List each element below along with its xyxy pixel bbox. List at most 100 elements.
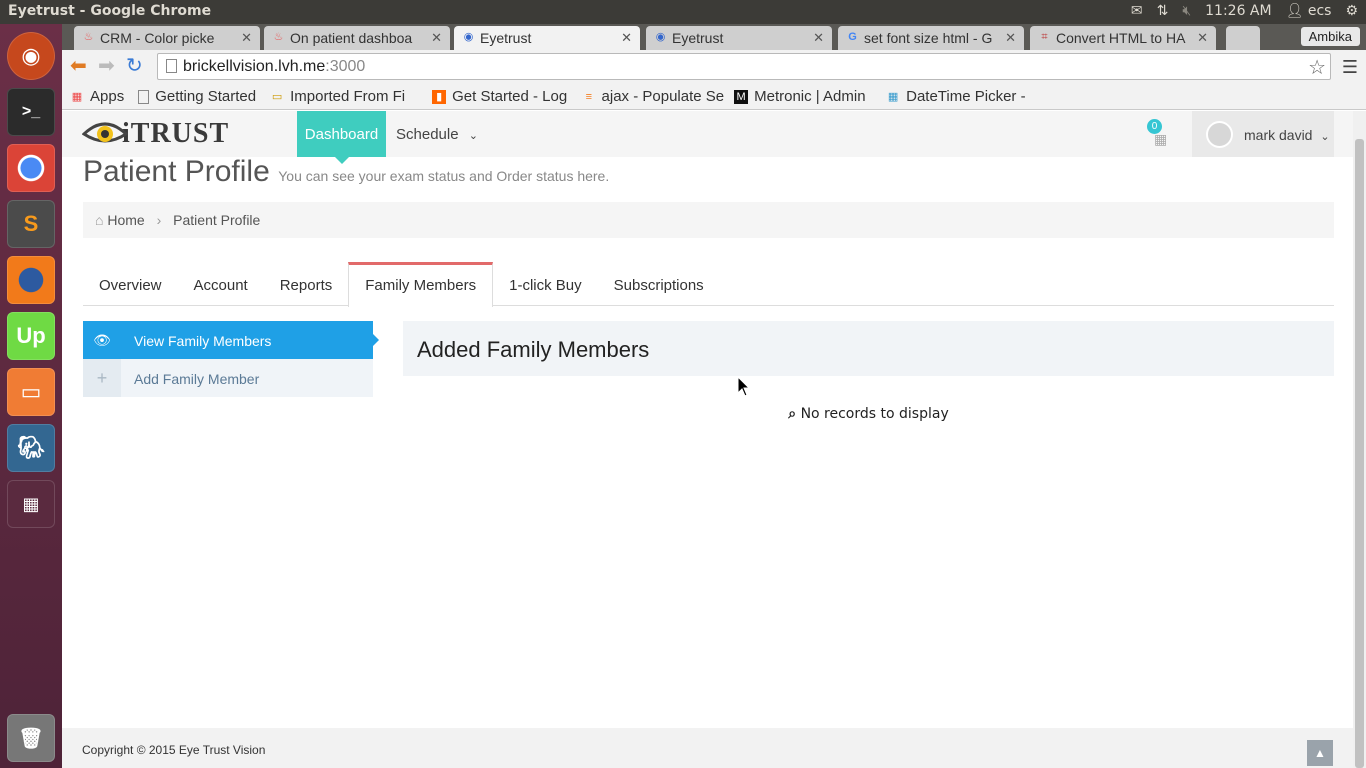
system-tray: ✉ ⇅ 🔇︎ 11:26 AM 👤︎ ecs ⚙ <box>1131 3 1358 19</box>
ubuntu-dash-icon[interactable]: ◉ <box>7 32 55 80</box>
firefox-icon[interactable] <box>7 256 55 304</box>
settings-gear-icon[interactable]: ⚙ <box>1345 3 1358 19</box>
nav-schedule[interactable]: Schedule ⌄ <box>396 126 478 143</box>
user-menu-toggle[interactable]: mark david ⌄ <box>1192 111 1334 157</box>
forward-arrow-icon[interactable]: ➡ <box>98 56 115 76</box>
bookmark-item[interactable]: ▮ Get Started - Log <box>432 88 572 105</box>
bookmark-item[interactable]: ▭ Imported From Fi <box>270 88 420 105</box>
nav-schedule-label: Schedule <box>396 126 459 143</box>
menu-icon[interactable]: ☰ <box>1342 57 1358 78</box>
close-icon[interactable]: ✕ <box>621 30 632 46</box>
profile-button[interactable]: Ambika <box>1300 27 1360 46</box>
bookmark-item[interactable]: ≡ ajax - Populate Se <box>582 88 725 105</box>
mail-icon[interactable]: ✉ <box>1131 3 1143 19</box>
bookmark-label: DateTime Picker - <box>906 88 1026 105</box>
page-title-text: Patient Profile <box>83 155 270 188</box>
url-host: brickellvision.lvh.me <box>183 58 326 75</box>
workspace-switcher-icon[interactable]: ▦ <box>7 480 55 528</box>
tab-family-members[interactable]: Family Members <box>348 262 494 307</box>
user-icon: 👤︎ <box>1285 3 1304 19</box>
browser-tab-label: CRM - Color picke <box>100 30 215 46</box>
search-icon: ⌕ <box>788 406 797 422</box>
avatar <box>1206 121 1233 148</box>
close-icon[interactable]: ✕ <box>1005 30 1016 46</box>
browser-tab[interactable]: G set font size html - G ✕ <box>838 26 1024 50</box>
browser-tab[interactable]: ◉ Eyetrust ✕ <box>646 26 832 50</box>
new-tab-button[interactable] <box>1226 26 1260 50</box>
clock[interactable]: 11:26 AM <box>1205 3 1271 19</box>
tab-reports[interactable]: Reports <box>264 262 349 306</box>
eye-icon: 👁︎ <box>93 332 111 348</box>
page-viewport: iTRUST Dashboard Schedule ⌄ 0 ▦ mark dav… <box>62 111 1366 768</box>
volume-muted-icon[interactable]: 🔇︎ <box>1182 3 1191 19</box>
empty-state: ⌕ No records to display <box>403 406 1334 422</box>
breadcrumb-home-link[interactable]: Home <box>107 212 144 228</box>
notification-button[interactable]: 0 ▦ <box>1147 119 1171 149</box>
view-family-members-item[interactable]: 👁︎ View Family Members <box>83 321 379 359</box>
launcher: ◉ >_ S Up ▭ 🐘︎ ▦ 🗑︎ <box>0 24 62 768</box>
pgadmin-icon[interactable]: 🐘︎ <box>7 424 55 472</box>
close-icon[interactable]: ✕ <box>813 30 824 46</box>
bookmark-item[interactable]: ▦ Apps <box>70 88 124 105</box>
address-bar[interactable]: brickellvision.lvh.me:3000 ☆ <box>157 53 1331 80</box>
bookmark-item[interactable]: M Metronic | Admin <box>734 88 876 105</box>
bookmark-item[interactable]: Getting Started <box>138 88 256 105</box>
page-icon <box>166 59 177 73</box>
close-icon[interactable]: ✕ <box>431 30 442 46</box>
back-arrow-icon[interactable]: ⬅ <box>70 56 87 76</box>
tool-favicon: ⌗ <box>1041 31 1048 43</box>
browser-tab-strip: ♨ CRM - Color picke ✕ ♨ On patient dashb… <box>62 24 1366 50</box>
close-icon[interactable]: ✕ <box>241 30 252 46</box>
network-icon[interactable]: ⇅ <box>1157 3 1169 19</box>
upwork-icon[interactable]: Up <box>7 312 55 360</box>
chevron-down-icon: ⌄ <box>1320 131 1330 143</box>
panel-title: Added Family Members <box>403 321 1334 376</box>
tab-overview[interactable]: Overview <box>83 262 178 306</box>
star-icon[interactable]: ☆ <box>1308 55 1326 80</box>
files-icon[interactable]: ▭ <box>7 368 55 416</box>
close-icon[interactable]: ✕ <box>1197 30 1208 46</box>
bookmark-label: Imported From Fi <box>290 88 406 105</box>
bookmark-label: Get Started - Log <box>452 88 568 105</box>
browser-tab-label: On patient dashboa <box>290 30 413 46</box>
side-menu-label: Add Family Member <box>134 371 260 387</box>
bookmark-label: Metronic | Admin <box>754 88 866 105</box>
tab-1-click-buy[interactable]: 1-click Buy <box>493 262 598 306</box>
add-family-member-item[interactable]: + Add Family Member <box>83 359 373 397</box>
terminal-icon[interactable]: >_ <box>7 88 55 136</box>
chrome-icon[interactable] <box>7 144 55 192</box>
bookmark-label: Getting Started <box>155 88 257 105</box>
bookmark-item[interactable]: ▦ DateTime Picker - <box>886 88 1028 105</box>
user-name: ecs <box>1307 3 1332 19</box>
tab-account[interactable]: Account <box>178 262 264 306</box>
browser-tab[interactable]: ♨ On patient dashboa ✕ <box>264 26 450 50</box>
folder-icon: ▭ <box>271 90 283 103</box>
scroll-to-top-button[interactable]: ▲ <box>1307 740 1333 766</box>
browser-tab-label: Eyetrust <box>672 30 724 46</box>
tab-subscriptions[interactable]: Subscriptions <box>598 262 720 306</box>
page-subtitle: You can see your exam status and Order s… <box>278 168 610 184</box>
trash-icon[interactable]: 🗑︎ <box>7 714 55 762</box>
stackoverflow-icon: ≡ <box>585 90 593 103</box>
browser-tab-label: set font size html - G <box>864 30 993 46</box>
window-title: Eyetrust - Google Chrome <box>8 3 212 19</box>
empty-state-text: No records to display <box>800 406 949 422</box>
google-favicon: G <box>848 31 857 43</box>
reload-icon[interactable]: ↻ <box>126 56 143 76</box>
user-menu[interactable]: 👤︎ ecs <box>1286 3 1332 19</box>
browser-tab[interactable]: ⌗ Convert HTML to HA ✕ <box>1030 26 1216 50</box>
sublime-text-icon[interactable]: S <box>7 200 55 248</box>
browser-tab[interactable]: ♨ CRM - Color picke ✕ <box>74 26 260 50</box>
mouse-cursor-icon <box>737 376 751 397</box>
page-scrollbar[interactable] <box>1353 111 1366 768</box>
bookmark-label: ajax - Populate Se <box>601 88 725 105</box>
breadcrumb-current: Patient Profile <box>173 212 261 228</box>
scrollbar-thumb[interactable] <box>1355 139 1364 768</box>
footer: Copyright © 2015 Eye Trust Vision <box>62 728 1353 768</box>
browser-tab-active[interactable]: ◉ Eyetrust ✕ <box>454 26 640 50</box>
calendar-icon: ▦ <box>1154 131 1168 147</box>
itrust-logo[interactable]: iTRUST <box>82 117 229 151</box>
side-menu-label: View Family Members <box>134 333 272 349</box>
bookmark-icon: ▮ <box>432 89 447 104</box>
nav-dashboard[interactable]: Dashboard <box>297 111 386 164</box>
